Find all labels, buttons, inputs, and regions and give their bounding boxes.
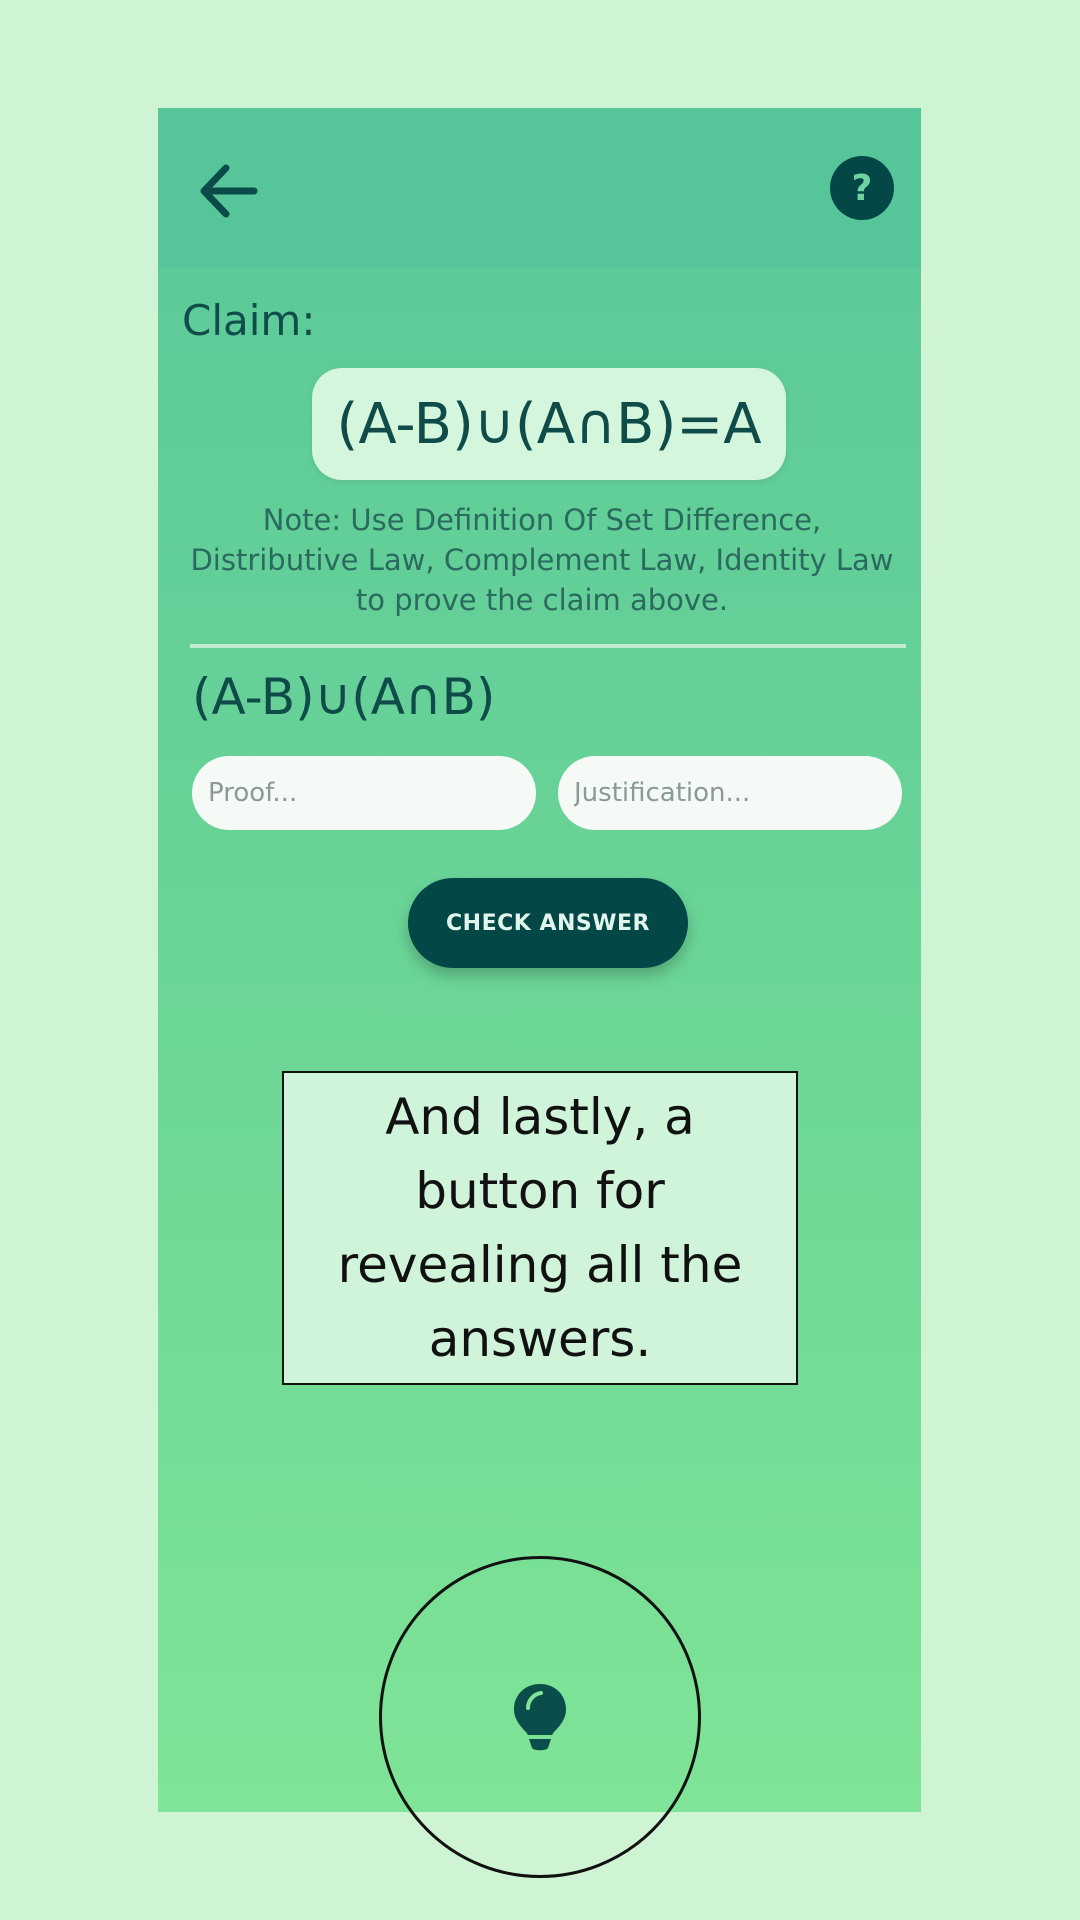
divider [190,644,906,648]
claim-expression: (A-B)∪(A∩B)=A [312,368,786,480]
back-arrow-icon[interactable] [196,158,262,224]
claim-label: Claim: [182,296,316,345]
question-mark-icon[interactable]: ? [830,156,894,220]
top-bar: ? [158,108,921,268]
proof-note: Note: Use Definition Of Set Difference, … [190,503,894,617]
help-glyph: ? [851,167,873,209]
lightbulb-icon [514,1684,566,1751]
reveal-answers-button[interactable] [379,1556,701,1878]
check-answer-button[interactable]: CHECK ANSWER [408,878,688,968]
justification-input[interactable] [558,756,902,830]
proof-input[interactable] [192,756,536,830]
tutorial-tooltip: And lastly, a button for revealing all t… [282,1071,798,1385]
step-expression: (A-B)∪(A∩B) [192,668,496,726]
